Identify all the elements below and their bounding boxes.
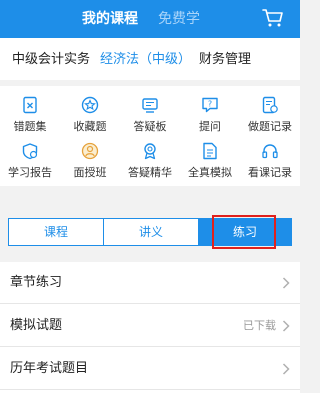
tab-free-learning[interactable]: 免费学 (158, 10, 200, 28)
grid-item-wrong-questions[interactable]: 错题集 (0, 96, 60, 140)
list-item-mock-tests[interactable]: 模拟试题 已下载 (0, 305, 300, 347)
tab-courses[interactable]: 课程 (9, 219, 104, 245)
practice-record-icon (262, 96, 278, 114)
download-status: 已下载 (243, 319, 276, 332)
list-item-title: 历年考试题目 (10, 361, 89, 376)
top-tabs: 我的课程 免费学 (0, 0, 300, 38)
watch-history-icon (262, 144, 278, 159)
chevron-right-icon (282, 277, 290, 289)
grid-item-label: 全真模拟 (188, 166, 232, 179)
cart-icon[interactable] (262, 8, 284, 28)
favorites-icon (81, 96, 99, 114)
grid-item-label: 答疑板 (133, 120, 167, 133)
qa-board-icon (142, 98, 158, 113)
grid-item-label: 错题集 (13, 120, 47, 133)
list-item-title: 章节练习 (10, 275, 63, 290)
grid-item-practice-record[interactable]: 做题记录 (240, 96, 300, 140)
ask-question-icon: ? (202, 97, 218, 113)
grid-item-label: 答疑精华 (128, 166, 172, 179)
grid-item-favorites[interactable]: 收藏题 (60, 96, 120, 140)
grid-item-label: 看课记录 (248, 166, 292, 179)
chevron-right-icon (282, 320, 290, 332)
grid-item-label: 收藏题 (73, 120, 107, 133)
study-report-icon (22, 143, 38, 160)
grid-item-qa-highlights[interactable]: 答疑精华 (120, 142, 180, 186)
subject-intermediate-accounting[interactable]: 中级会计实务 (12, 51, 90, 68)
list-item-chapter-practice[interactable]: 章节练习 (0, 262, 300, 304)
feature-grid: 错题集 收藏题 答疑板 ? 提问 做题记录 学习报告 面授班 答疑精华 全真模拟… (0, 86, 300, 186)
practice-list: 章节练习 模拟试题 已下载 历年考试题目 (0, 262, 300, 393)
grid-item-mock-exam[interactable]: 全真模拟 (180, 142, 240, 186)
top-nav-bar: 我的课程 免费学 (0, 0, 300, 38)
grid-item-classroom[interactable]: 面授班 (60, 142, 120, 186)
grid-item-label: 提问 (199, 120, 221, 133)
grid-item-ask-question[interactable]: ? 提问 (180, 96, 240, 140)
subject-economic-law[interactable]: 经济法（中级） (100, 51, 191, 68)
list-item-past-exams[interactable]: 历年考试题目 (0, 348, 300, 390)
grid-item-study-report[interactable]: 学习报告 (0, 142, 60, 186)
classroom-icon (81, 142, 99, 160)
tab-my-courses[interactable]: 我的课程 (82, 10, 138, 28)
svg-text:?: ? (208, 100, 212, 109)
grid-item-label: 做题记录 (248, 120, 292, 133)
tab-handouts[interactable]: 讲义 (104, 219, 199, 245)
highlight-box (212, 215, 276, 249)
wrong-questions-icon (23, 96, 37, 114)
chevron-right-icon (282, 363, 290, 375)
grid-item-watch-history[interactable]: 看课记录 (240, 142, 300, 186)
subject-financial-management[interactable]: 财务管理 (199, 51, 251, 68)
mock-exam-icon (203, 142, 217, 160)
grid-item-label: 面授班 (73, 166, 107, 179)
subject-selector: 中级会计实务 经济法（中级） 财务管理 (0, 38, 300, 80)
grid-item-label: 学习报告 (8, 166, 52, 179)
grid-item-qa-board[interactable]: 答疑板 (120, 96, 180, 140)
list-item-title: 模拟试题 (10, 318, 63, 333)
qa-highlights-icon (144, 143, 156, 160)
